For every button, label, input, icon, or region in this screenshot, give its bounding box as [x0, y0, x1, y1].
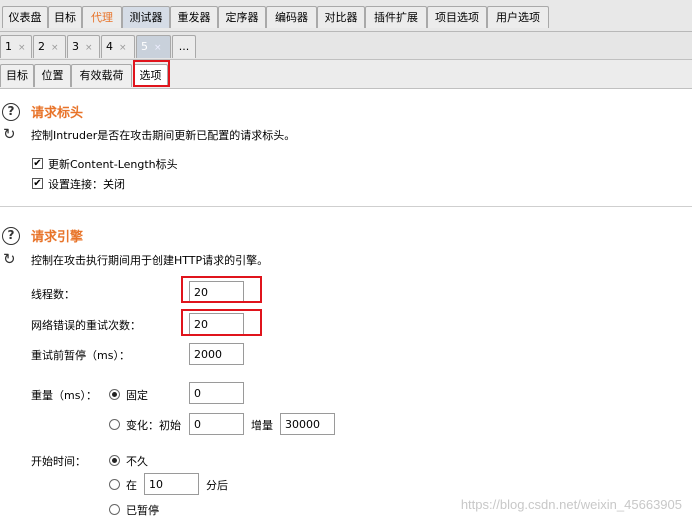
highlight-box: [181, 309, 262, 336]
set-connection-close-checkbox[interactable]: ✔: [32, 178, 43, 189]
throttle-fixed-label: 固定: [126, 389, 148, 402]
tab-project-options[interactable]: 项目选项: [427, 6, 487, 28]
subtab-positions[interactable]: 位置: [34, 64, 71, 87]
start-paused-radio[interactable]: [109, 504, 120, 515]
close-icon[interactable]: ×: [51, 43, 59, 53]
throttle-fixed-radio[interactable]: [109, 389, 120, 400]
section-description: 控制Intruder是否在攻击期间更新已配置的请求标头。: [31, 129, 296, 142]
tab-dashboard[interactable]: 仪表盘: [2, 6, 48, 28]
threads-label: 线程数：: [31, 288, 75, 301]
attack-tab-label: 5: [141, 40, 148, 53]
start-in-label: 在: [126, 479, 137, 492]
sub-tab-bar: 目标 位置 有效载荷 选项: [0, 60, 692, 89]
tab-target[interactable]: 目标: [48, 6, 82, 28]
throttle-variable-label: 变化：初始: [126, 419, 181, 432]
section-title-request-headers: 请求标头: [31, 106, 84, 121]
close-icon[interactable]: ×: [119, 43, 127, 53]
section-title-request-engine: 请求引擎: [31, 230, 84, 245]
throttle-variable-radio[interactable]: [109, 419, 120, 430]
attack-tab-label: 4: [106, 40, 113, 53]
attack-tab-5[interactable]: 5 ×: [136, 35, 171, 58]
attack-tab-1[interactable]: 1 ×: [0, 35, 32, 58]
tab-repeater[interactable]: 重发器: [170, 6, 218, 28]
tab-intruder[interactable]: 测试器: [122, 6, 170, 28]
watermark-text: https://blog.csdn.net/weixin_45663905: [460, 497, 682, 512]
pause-before-retry-label: 重试前暂停（ms）：: [31, 349, 130, 362]
refresh-icon[interactable]: ↻: [3, 125, 16, 143]
attack-tab-4[interactable]: 4 ×: [101, 35, 135, 58]
help-icon[interactable]: ?: [2, 103, 20, 121]
start-immediately-radio[interactable]: [109, 455, 120, 466]
close-icon[interactable]: ×: [18, 43, 26, 53]
highlight-box: [133, 60, 170, 87]
tab-sequencer[interactable]: 定序器: [218, 6, 266, 28]
start-paused-label: 已暂停: [126, 504, 159, 517]
minutes-later-label: 分后: [206, 479, 228, 492]
section-description: 控制在攻击执行期间用于创建HTTP请求的引擎。: [31, 254, 269, 267]
highlight-box: [181, 276, 262, 303]
tab-user-options[interactable]: 用户选项: [487, 6, 549, 28]
attack-tab-3[interactable]: 3 ×: [67, 35, 100, 58]
tab-comparer[interactable]: 对比器: [317, 6, 365, 28]
tab-decoder[interactable]: 编码器: [266, 6, 317, 28]
pause-before-retry-input[interactable]: [189, 343, 244, 365]
increment-label: 增量: [251, 419, 273, 432]
section-divider: [0, 206, 692, 207]
start-in-minutes-input[interactable]: [144, 473, 199, 495]
attack-tab-label: 3: [72, 40, 79, 53]
attack-tab-bar: 1 × 2 × 3 × 4 × 5 × ...: [0, 32, 692, 60]
update-content-length-checkbox[interactable]: ✔: [32, 158, 43, 169]
start-in-radio[interactable]: [109, 479, 120, 490]
checkbox-label: 设置连接：关闭: [48, 178, 125, 191]
close-icon[interactable]: ×: [85, 43, 93, 53]
subtab-target[interactable]: 目标: [0, 64, 34, 87]
new-attack-tab[interactable]: ...: [172, 35, 196, 58]
help-icon[interactable]: ?: [2, 227, 20, 245]
tab-proxy[interactable]: 代理: [82, 6, 122, 28]
throttle-initial-input[interactable]: [189, 413, 244, 435]
tab-extender[interactable]: 插件扩展: [365, 6, 427, 28]
throttle-fixed-input[interactable]: [189, 382, 244, 404]
start-time-label: 开始时间：: [31, 455, 86, 468]
subtab-payloads[interactable]: 有效载荷: [71, 64, 132, 87]
attack-tab-label: 2: [38, 40, 45, 53]
throttle-label: 重量（ms）：: [31, 389, 97, 402]
retries-label: 网络错误的重试次数：: [31, 319, 141, 332]
close-icon[interactable]: ×: [154, 43, 162, 53]
attack-tab-label: 1: [5, 40, 12, 53]
refresh-icon[interactable]: ↻: [3, 250, 16, 268]
start-immediately-label: 不久: [126, 455, 148, 468]
increment-input[interactable]: [280, 413, 335, 435]
checkbox-label: 更新Content-Length标头: [48, 158, 178, 171]
attack-tab-2[interactable]: 2 ×: [33, 35, 66, 58]
main-tab-bar: 仪表盘 目标 代理 测试器 重发器 定序器 编码器 对比器 插件扩展 项目选项 …: [0, 0, 692, 32]
